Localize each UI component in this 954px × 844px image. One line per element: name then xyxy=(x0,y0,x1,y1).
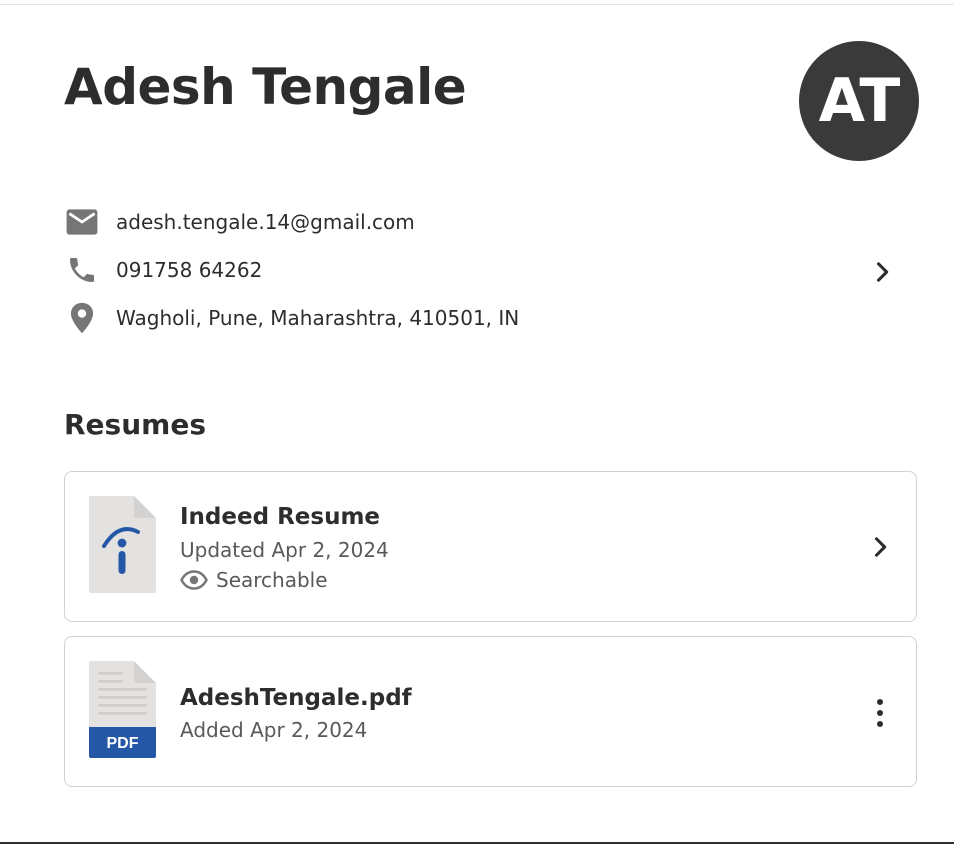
resume-title[interactable]: Indeed Resume xyxy=(180,504,380,530)
indeed-resume-card[interactable]: Indeed Resume Updated Apr 2, 2024 Search… xyxy=(64,471,917,622)
searchable-label: Searchable xyxy=(216,568,328,592)
location-text: Wagholi, Pune, Maharashtra, 410501, IN xyxy=(116,306,520,330)
avatar-initials: AT xyxy=(818,66,901,136)
eye-icon xyxy=(180,570,208,590)
email-text: adesh.tengale.14@gmail.com xyxy=(116,210,415,234)
more-vert-icon xyxy=(877,699,883,727)
chevron-right-icon xyxy=(874,537,887,557)
phone-row: 091758 64262 xyxy=(60,246,262,294)
email-row: adesh.tengale.14@gmail.com xyxy=(60,198,415,246)
phone-text: 091758 64262 xyxy=(116,258,263,282)
more-options-button[interactable] xyxy=(866,696,894,730)
contact-info-section[interactable]: adesh.tengale.14@gmail.com 091758 64262 … xyxy=(60,198,910,344)
top-divider xyxy=(0,4,954,5)
location-pin-icon xyxy=(60,300,104,336)
avatar[interactable]: AT xyxy=(799,41,919,161)
resume-file-name[interactable]: AdeshTengale.pdf xyxy=(180,685,412,711)
searchable-status: Searchable xyxy=(180,568,328,592)
resume-added-date: Added Apr 2, 2024 xyxy=(180,718,368,742)
pdf-resume-card[interactable]: PDF AdeshTengale.pdf Added Apr 2, 2024 xyxy=(64,636,917,787)
mail-icon xyxy=(60,204,104,240)
indeed-resume-icon xyxy=(89,496,156,593)
pdf-file-icon: PDF xyxy=(89,661,156,758)
profile-name: Adesh Tengale xyxy=(64,58,467,116)
resume-updated-date: Updated Apr 2, 2024 xyxy=(180,538,389,562)
resumes-heading: Resumes xyxy=(64,408,206,441)
location-row: Wagholi, Pune, Maharashtra, 410501, IN xyxy=(60,294,519,342)
chevron-right-icon xyxy=(876,262,889,282)
phone-icon xyxy=(60,252,104,288)
pdf-badge-label: PDF xyxy=(107,735,139,752)
